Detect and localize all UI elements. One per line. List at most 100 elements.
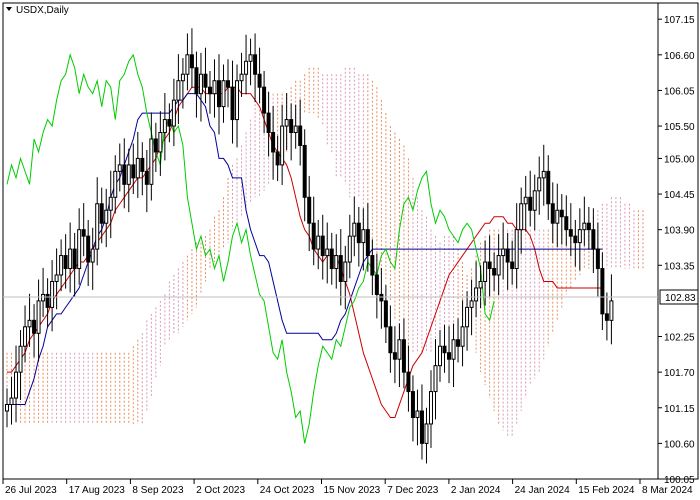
x-tick-label: 8 Mar 2024 (642, 485, 693, 496)
candle-body (95, 203, 100, 250)
candle-body (77, 229, 82, 270)
candle-body (465, 306, 470, 328)
candle-body (50, 280, 55, 308)
candle-body (415, 410, 420, 418)
candle-body (469, 300, 474, 308)
candle-body (212, 80, 217, 95)
candle-body (356, 222, 361, 244)
candle-body (568, 229, 573, 237)
candle-body (343, 261, 348, 282)
candle-body (144, 170, 149, 185)
candle-body (555, 209, 560, 224)
y-tick-label: 103.90 (664, 226, 695, 237)
candle-body (487, 261, 492, 270)
candle-body (122, 164, 127, 185)
candle-body (325, 248, 330, 257)
y-tick-label: 106.05 (664, 86, 695, 97)
candle-body (388, 326, 393, 354)
candle-body (54, 274, 59, 282)
candle-body (379, 293, 384, 302)
candle-body (244, 60, 249, 75)
candle-body (99, 203, 104, 224)
candle-body (510, 261, 515, 270)
candle-body (113, 170, 118, 198)
candle-body (257, 73, 262, 88)
candle-body (442, 345, 447, 354)
candle-body (63, 255, 68, 270)
y-tick-label: 102.25 (664, 333, 695, 344)
candle-body (370, 255, 375, 276)
candle-body (514, 229, 519, 270)
candle-body (153, 138, 158, 153)
current-price-badge: 102.83 (659, 289, 699, 305)
candle-body (609, 300, 614, 321)
x-tick-label: 7 Dec 2023 (387, 485, 439, 496)
candle-body (460, 326, 465, 347)
candle-body (365, 229, 370, 257)
candle-body (248, 54, 253, 62)
candle-body (496, 255, 501, 276)
candle-body (410, 391, 415, 418)
candle-body (221, 80, 226, 108)
candle-body (428, 391, 433, 425)
candle-body (235, 80, 240, 121)
candle-body (397, 339, 402, 360)
candle-body (126, 164, 131, 185)
candle-body (573, 235, 578, 244)
candle-body (438, 345, 443, 367)
candle-body (203, 73, 208, 88)
candle-body (189, 54, 194, 69)
candle-body (406, 371, 411, 393)
candle-body (41, 293, 46, 302)
x-axis-ticks: 26 Jul 2023 17 Aug 2023 8 Sep 2023 2 Oct 20… (2, 479, 693, 496)
x-tick-label: 8 Sep 2023 (132, 485, 184, 496)
candle-body (266, 112, 271, 134)
candle-body (347, 235, 352, 263)
candle-body (45, 293, 50, 308)
candle-body (483, 261, 488, 282)
candle-body (185, 54, 190, 75)
candle-body (162, 119, 167, 134)
candle-body (135, 157, 140, 179)
x-tick-label: 2 Jan 2024 (451, 485, 501, 496)
y-tick-label: 105.00 (664, 154, 695, 165)
x-tick-label: 24 Oct 2023 (260, 485, 315, 496)
candle-body (271, 132, 276, 153)
candle-body (505, 248, 510, 263)
candle-body (329, 248, 334, 270)
candle-body (433, 365, 438, 393)
y-tick-label: 105.50 (664, 122, 695, 133)
candle-body (198, 73, 203, 95)
candle-body (207, 86, 212, 95)
candle-body (275, 151, 280, 166)
candle-body (298, 125, 303, 146)
candle-body (311, 222, 316, 250)
candle-body (104, 209, 109, 224)
y-tick-label: 100.60 (664, 439, 695, 450)
ichimoku-chart[interactable]: 107.15 106.60 106.05 105.50 105.00 104.45 103.… (0, 0, 700, 500)
candle-body (451, 339, 456, 360)
y-tick-label: 101.70 (664, 368, 695, 379)
x-tick-label: 26 Jul 2023 (5, 485, 57, 496)
candle-body (140, 157, 145, 172)
x-tick-label: 15 Feb 2024 (578, 485, 635, 496)
candle-body (23, 326, 28, 347)
symbol-header[interactable]: USDX,Daily (6, 5, 69, 16)
candle-body (171, 99, 176, 127)
candle-body (532, 190, 537, 211)
candle-body (352, 222, 357, 237)
candle-body (86, 235, 91, 263)
candle-body (361, 229, 366, 244)
candle-body (280, 125, 285, 166)
candle-body (293, 125, 298, 134)
candle-body (419, 410, 424, 444)
candle-body (564, 216, 569, 231)
candle-body (537, 177, 542, 192)
candle-body (559, 209, 564, 218)
chart-window[interactable]: 107.15 106.60 106.05 105.50 105.00 104.45 103.… (0, 0, 700, 500)
candle-body (253, 54, 258, 75)
candle-body (586, 222, 591, 231)
candle-body (582, 222, 587, 231)
candle-body (117, 164, 122, 172)
candle-body (541, 170, 546, 179)
